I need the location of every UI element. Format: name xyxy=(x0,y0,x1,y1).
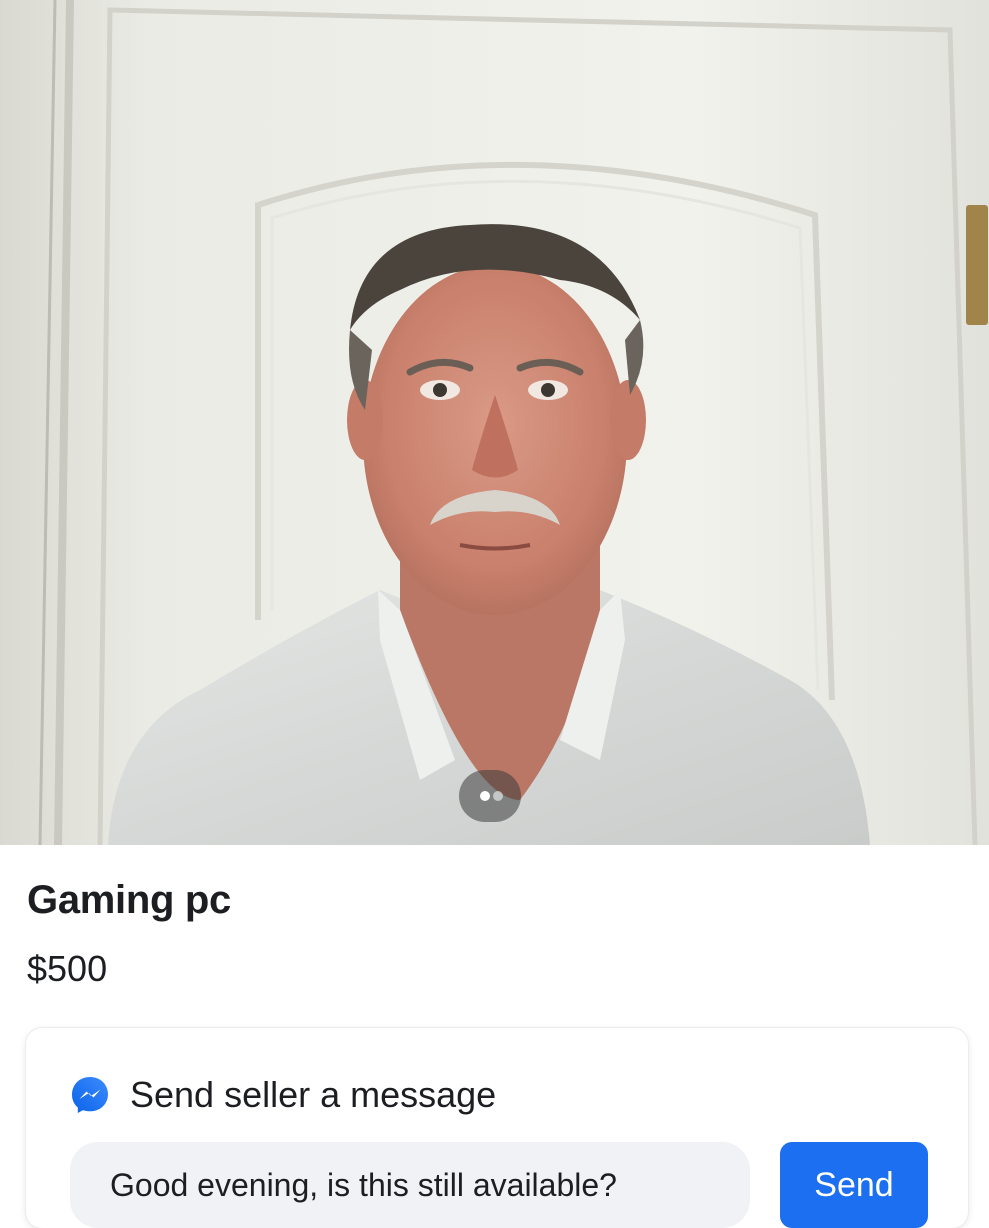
messenger-icon xyxy=(72,1077,108,1113)
send-message-card: Send seller a message Send xyxy=(26,1028,968,1228)
carousel-dot-active xyxy=(480,791,490,801)
photo-carousel-indicator[interactable] xyxy=(459,770,521,822)
listing-photo-illustration xyxy=(0,0,989,845)
carousel-dot xyxy=(493,791,503,801)
message-card-heading: Send seller a message xyxy=(130,1074,497,1115)
send-button[interactable]: Send xyxy=(780,1142,928,1228)
listing-photo[interactable] xyxy=(0,0,989,845)
listing-title: Gaming pc xyxy=(27,878,231,922)
message-input[interactable] xyxy=(70,1142,750,1228)
listing-price: $500 xyxy=(27,948,108,989)
message-card-header: Send seller a message xyxy=(70,1074,496,1116)
